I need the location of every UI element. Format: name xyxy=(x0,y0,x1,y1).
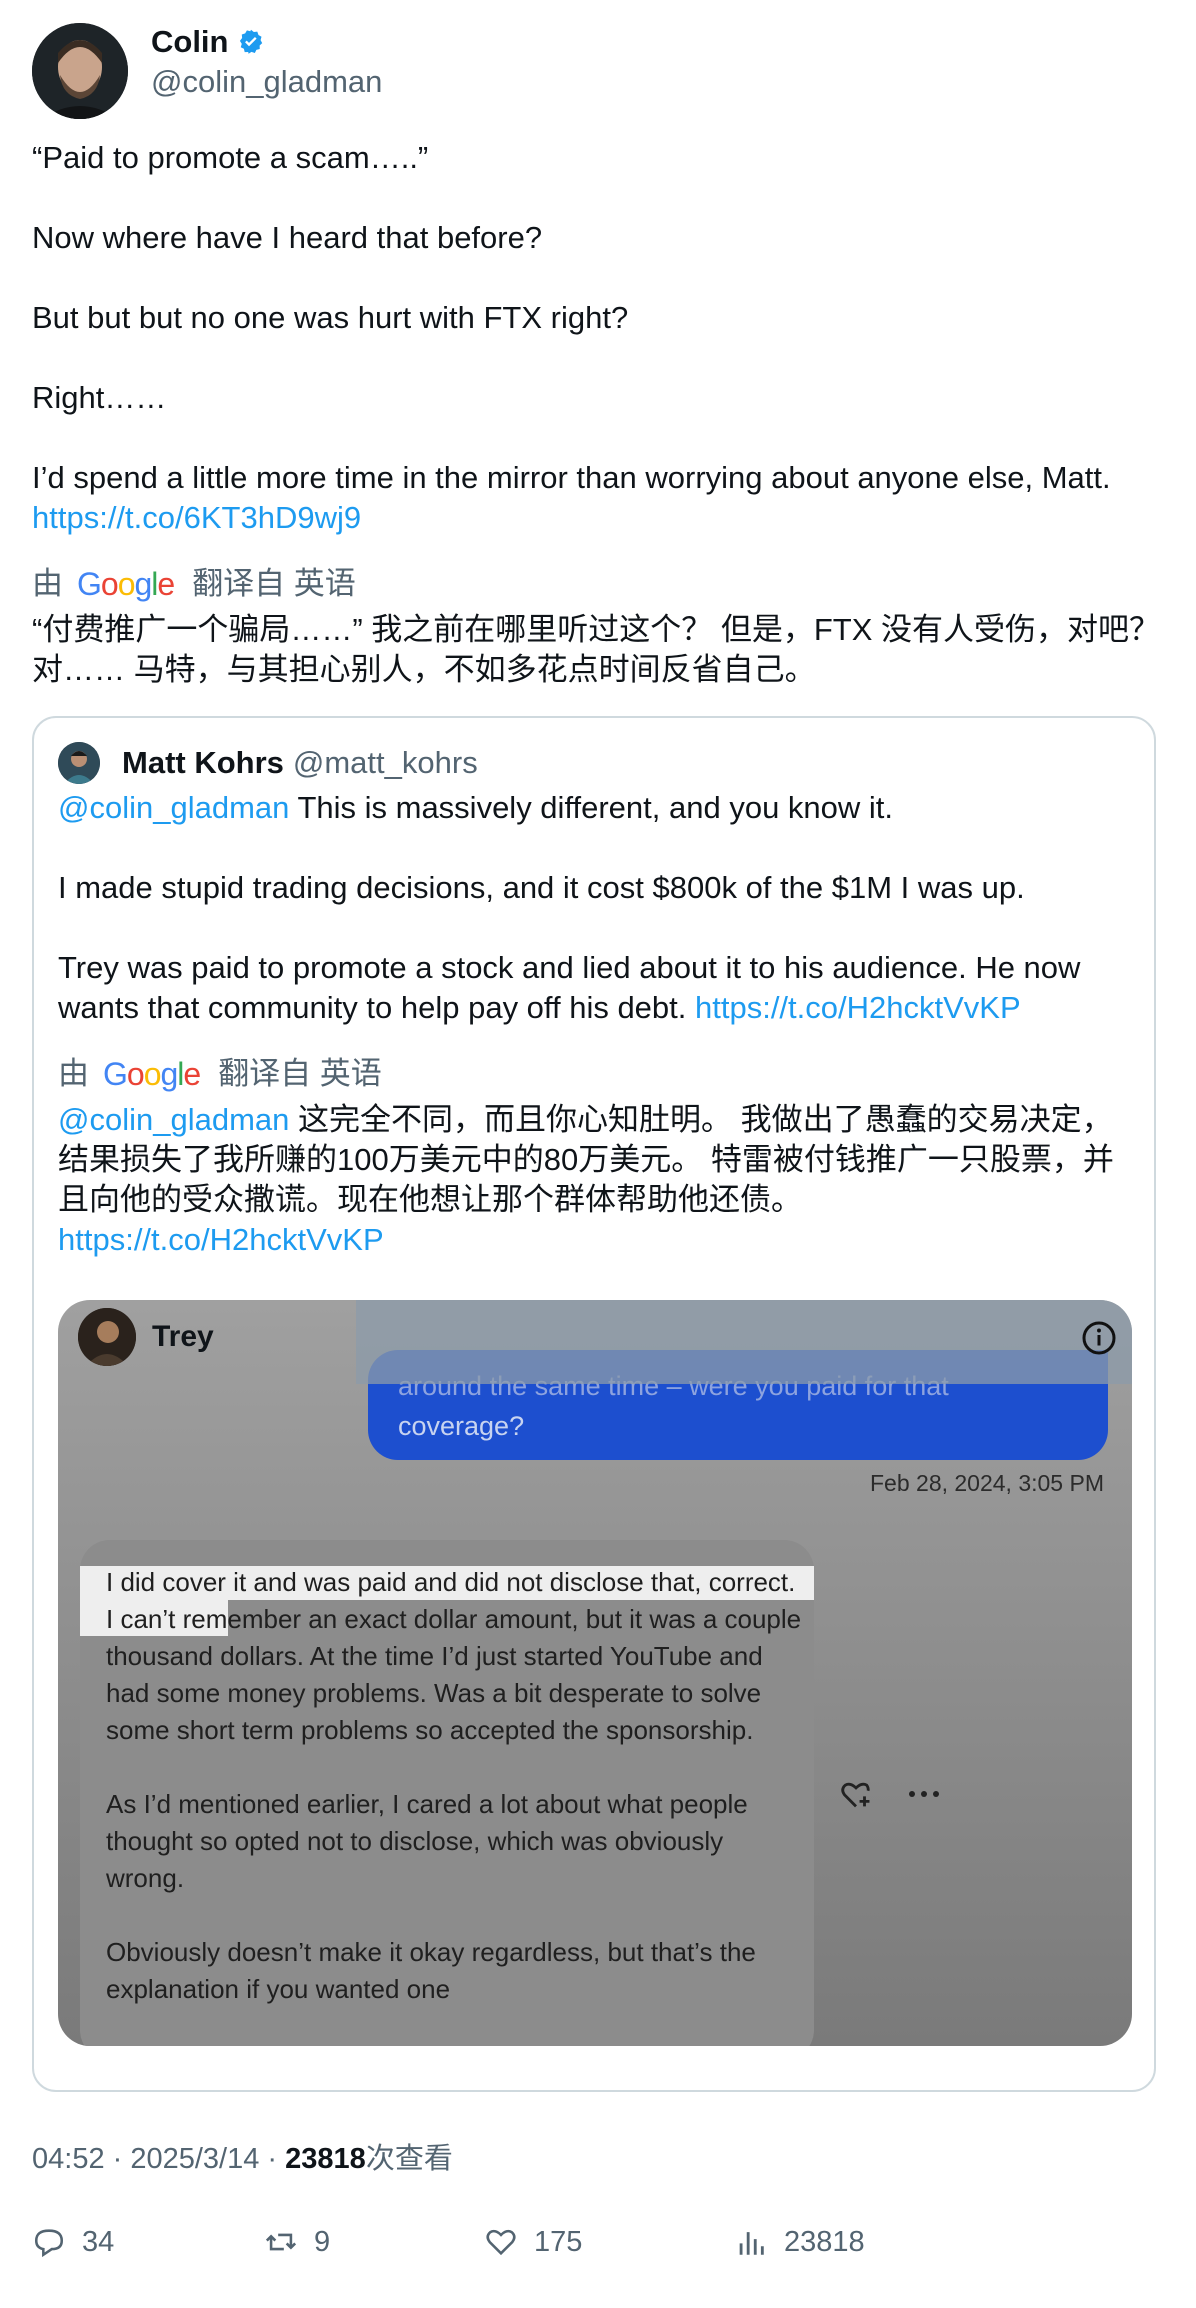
quoted-line: This is massively different, and you kno… xyxy=(289,790,894,825)
analytics-icon xyxy=(739,2232,764,2255)
tweet-line: I’d spend a little more time in the mirr… xyxy=(32,460,1111,495)
quoted-author-handle: @matt_kohrs xyxy=(292,745,478,780)
more-dots-icon xyxy=(909,1791,939,1797)
translation-source: 翻译自 英语 xyxy=(192,566,356,601)
reply-count: 34 xyxy=(82,2226,115,2258)
reply-icon xyxy=(34,2229,64,2258)
tweet-line: Right…… xyxy=(32,380,167,415)
quoted-author-name: Matt Kohrs xyxy=(122,745,284,780)
tweet-line: “Paid to promote a scam…..” xyxy=(32,140,429,175)
dm-contact-name: Trey xyxy=(152,1320,214,1353)
views-button[interactable]: 23818 xyxy=(734,2222,865,2262)
tweet-author: Colin @colin_gladman xyxy=(32,23,932,119)
quoted-avatar xyxy=(58,742,100,784)
quoted-translation-text: @colin_gladman 这完全不同，而且你心知肚明。 我做出了愚蠢的交易决… xyxy=(58,1100,1138,1260)
tweet-link[interactable]: https://t.co/6KT3hD9wj9 xyxy=(32,500,361,535)
author-handle[interactable]: @colin_gladman xyxy=(151,63,382,101)
quoted-body: @colin_gladman This is massively differe… xyxy=(58,788,1138,1028)
reply-button[interactable]: 34 xyxy=(32,2222,114,2262)
dm-paragraph: As I’d mentioned earlier, I cared a lot … xyxy=(106,1789,755,1893)
translation-text: “付费推广一个骗局……” 我之前在哪里听过这个？ 但是，FTX 没有人受伤，对吧… xyxy=(32,612,1161,687)
quoted-translation-header[interactable]: 由 Google 翻译自 英语 xyxy=(58,1054,382,1094)
retweet-icon xyxy=(265,2233,297,2251)
dm-paragraph: Obviously doesn’t make it okay regardles… xyxy=(106,1937,764,2004)
quoted-media-image[interactable]: around the same time – were you paid for… xyxy=(58,1300,1132,2046)
add-reaction-icon xyxy=(841,1782,870,1808)
verified-badge-icon xyxy=(239,29,262,54)
tweet-body: “Paid to promote a scam…..” Now where ha… xyxy=(32,138,1172,538)
quoted-link[interactable]: https://t.co/H2hcktVvKP xyxy=(695,990,1021,1025)
translation-prefix: 由 xyxy=(58,1056,89,1091)
quoted-tweet[interactable]: Matt Kohrs @matt_kohrs @colin_gladman Th… xyxy=(32,716,1156,2092)
views-count: 23818 xyxy=(784,2226,865,2258)
dm-paragraph: I did cover it and was paid and did not … xyxy=(106,1567,809,1745)
tweet-line: Now where have I heard that before? xyxy=(32,220,543,255)
dm-received-text: I did cover it and was paid and did not … xyxy=(106,1564,806,2008)
quoted-mention[interactable]: @colin_gladman xyxy=(58,790,289,825)
heart-icon xyxy=(486,2229,516,2256)
dm-header: Trey xyxy=(58,1300,1132,1372)
tweet-line: But but but no one was hurt with FTX rig… xyxy=(32,300,629,335)
author-avatar[interactable] xyxy=(32,23,128,119)
translation-prefix: 由 xyxy=(32,566,63,601)
dm-timestamp: Feb 28, 2024, 3:05 PM xyxy=(870,1470,1104,1496)
tweet-meta: 04:52 · 2025/3/14 · 23818次查看 xyxy=(32,2143,453,2175)
translation-source: 翻译自 英语 xyxy=(218,1056,382,1091)
tweet-views-label: 次查看 xyxy=(365,2143,453,2175)
like-count: 175 xyxy=(534,2226,583,2258)
quoted-translation-mention[interactable]: @colin_gladman xyxy=(58,1102,289,1137)
dm-contact-avatar xyxy=(78,1308,136,1366)
dm-sent-text: coverage? xyxy=(398,1411,525,1441)
tweet-time[interactable]: 04:52 xyxy=(32,2143,105,2175)
translation-header[interactable]: 由 Google 翻译自 英语 xyxy=(32,564,356,604)
quoted-author: Matt Kohrs @matt_kohrs xyxy=(58,740,478,786)
like-button[interactable]: 175 xyxy=(484,2222,582,2262)
google-logo: Google xyxy=(103,1056,201,1092)
retweet-button[interactable]: 9 xyxy=(264,2222,330,2262)
tweet-views-count: 23818 xyxy=(285,2143,366,2175)
tweet-date[interactable]: 2025/3/14 xyxy=(130,2143,259,2175)
info-icon xyxy=(1082,1321,1116,1355)
tweet-actions: 34 9 175 23818 xyxy=(32,2222,1172,2270)
google-logo: Google xyxy=(77,566,175,602)
quoted-line: I made stupid trading decisions, and it … xyxy=(58,870,1025,905)
quoted-translation-link[interactable]: https://t.co/H2hcktVvKP xyxy=(58,1222,384,1257)
author-name[interactable]: Colin xyxy=(151,23,229,61)
retweet-count: 9 xyxy=(314,2226,331,2258)
author-name-row[interactable]: Colin xyxy=(151,23,265,61)
